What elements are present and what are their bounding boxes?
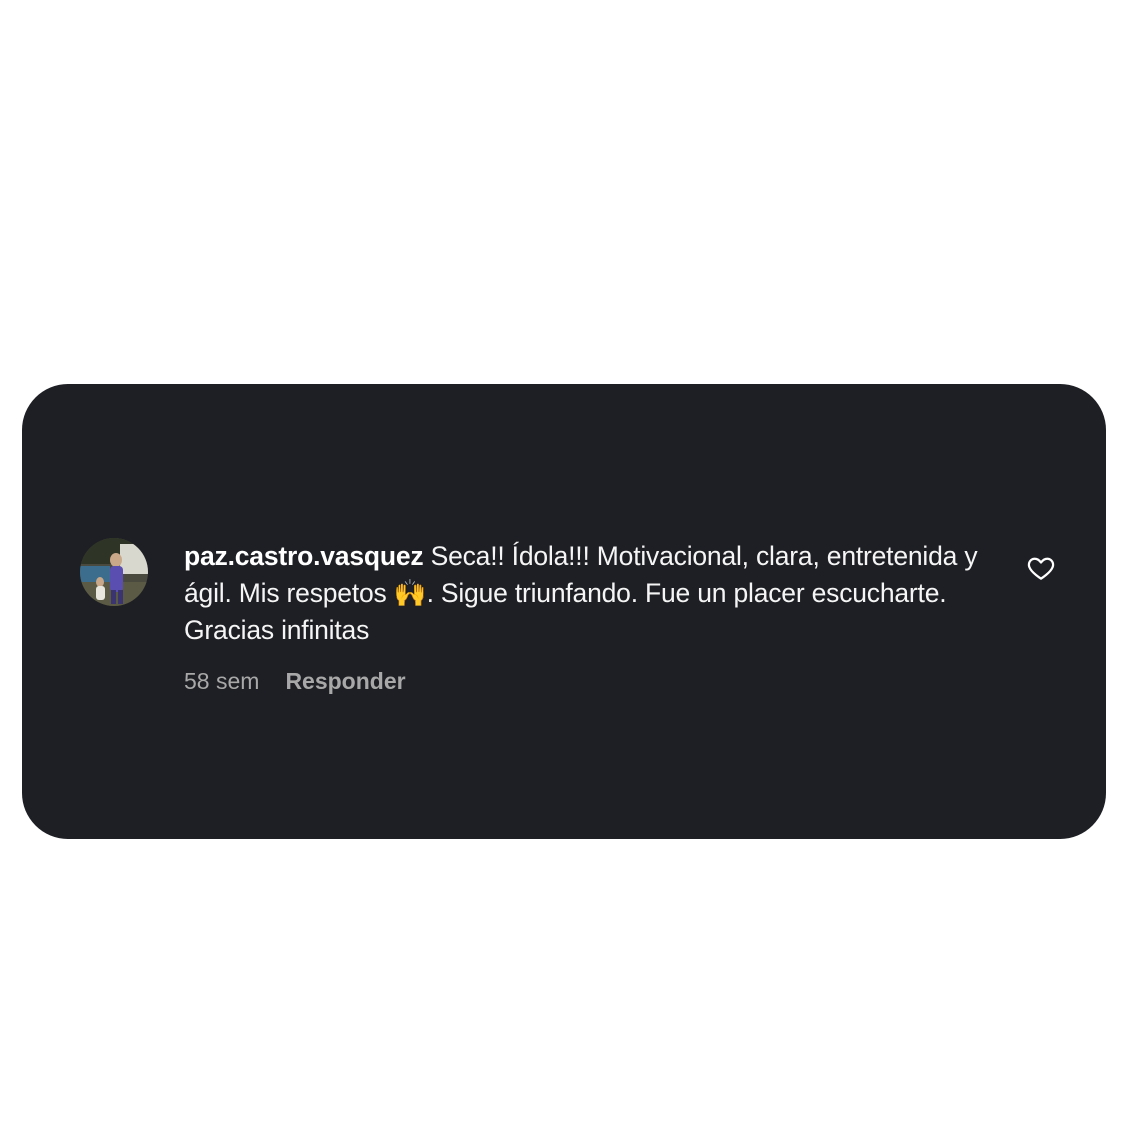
comment-time: 58 sem [184,668,260,694]
comment-username[interactable]: paz.castro.vasquez [184,541,424,571]
avatar-photo [80,538,148,606]
heart-outline-icon [1027,557,1055,580]
reply-button[interactable]: Responder [285,665,405,697]
avatar[interactable] [80,538,148,606]
comment-meta: 58 sem Responder [184,665,406,697]
raised-hands-emoji: 🙌 [393,578,427,608]
like-button[interactable] [1026,553,1056,583]
comment-text: paz.castro.vasquez Seca!! Ídola!!! Motiv… [184,538,984,649]
